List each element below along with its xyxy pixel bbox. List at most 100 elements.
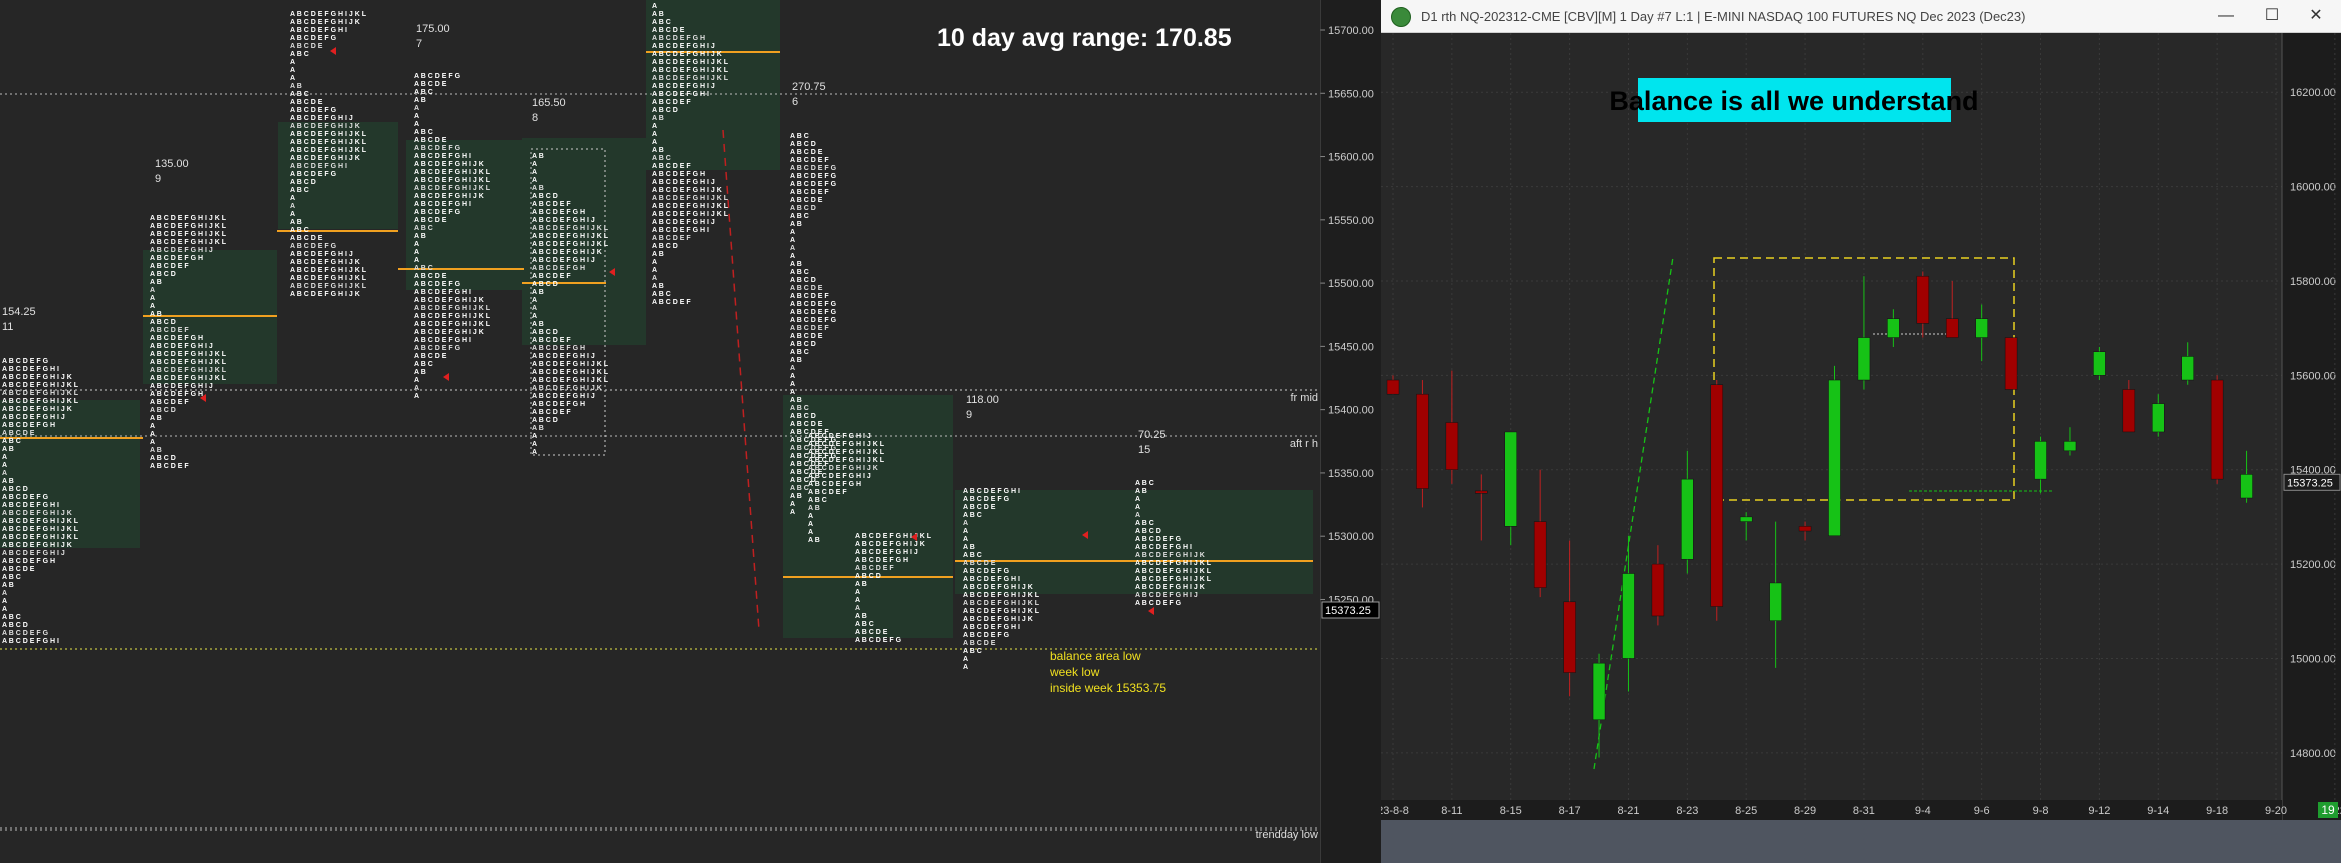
tpo-row: A B C D E F G H I J K L <box>2 518 79 525</box>
tpo-row: A B <box>532 321 544 328</box>
tpo-row: A B C D <box>652 107 678 114</box>
tpo-row: A B C <box>2 614 21 621</box>
tpo-row: A <box>414 393 419 400</box>
candle-body-18 <box>1916 275 1930 324</box>
single-print-marker-2 <box>443 373 449 381</box>
tpo-row: A B <box>808 537 820 544</box>
tpo-row: A B C D E <box>790 149 823 156</box>
right-price-label: 15000.00 <box>2290 653 2336 665</box>
tpo-row: A B C D E F G H I J <box>652 43 715 50</box>
tpo-row: A B C D E F G <box>963 568 1010 575</box>
date-label: 9-4 <box>1915 805 1931 817</box>
tpo-row: A B C D E F G <box>290 243 337 250</box>
tpo-row: A B C D E F G H I J K L <box>652 67 729 74</box>
maximize-button[interactable]: ☐ <box>2249 0 2295 32</box>
tpo-row: A B C D E <box>790 421 823 428</box>
price-label: 15500.00 <box>1328 278 1374 290</box>
tpo-row: A <box>790 381 795 388</box>
right-price-label: 15600.00 <box>2290 370 2336 382</box>
tpo-row: A B <box>2 478 14 485</box>
tpo-row: A B C D E <box>790 333 823 340</box>
tpo-row: A B C D <box>532 193 558 200</box>
tpo-row: A B C D E F G H I <box>290 163 347 170</box>
tpo-row: A B C D E <box>790 285 823 292</box>
tpo-row: A B C <box>290 227 309 234</box>
tpo-row: A B <box>290 219 302 226</box>
tpo-row: A B C <box>652 291 671 298</box>
candle-body-15 <box>1828 379 1841 536</box>
tpo-row: A <box>790 389 795 396</box>
minimize-button[interactable]: — <box>2203 0 2249 32</box>
price-label: 15450.00 <box>1328 341 1374 353</box>
profile-range-1: 135.00 <box>155 158 189 170</box>
profile-count-2: 7 <box>416 38 422 50</box>
tpo-row: A <box>414 257 419 264</box>
tpo-row: A B C D E F G H I J <box>532 257 595 264</box>
tpo-row: A <box>532 297 537 304</box>
tpo-row: A B C D E F G H I J K <box>808 465 878 472</box>
tpo-row: A B C D E F G H I J <box>532 393 595 400</box>
daily-candlestick-chart[interactable]: 16200.0016000.0015800.0015600.0015400.00… <box>1381 33 2341 820</box>
tpo-row: A <box>652 267 657 274</box>
tpo-row: A B C D E F G H I J K <box>2 542 72 549</box>
tpo-row: A B C D E F <box>652 235 691 242</box>
tpo-row: A B C D E F G H I J <box>150 383 213 390</box>
tpo-row: A B C D E F G <box>290 35 337 42</box>
tpo-row: A B C D E F G H I J K <box>652 187 722 194</box>
tpo-row: A B C D E F G H I J K <box>2 510 72 517</box>
tpo-row: A B C <box>855 621 874 628</box>
tpo-row: A <box>963 656 968 663</box>
close-button[interactable]: ✕ <box>2293 0 2339 32</box>
tpo-row: A B C <box>1135 480 1154 487</box>
tpo-row: A B C D E <box>290 43 323 50</box>
tpo-row: A <box>790 509 795 516</box>
tpo-row: A B C D E F G H I J K <box>414 297 484 304</box>
tpo-row: A <box>290 195 295 202</box>
tpo-row: A B C <box>2 438 21 445</box>
tpo-profile-chart[interactable]: A B C D E F G A B C D E F G H I A B C D E … <box>0 0 1320 863</box>
tpo-row: A B C D E F G H I J K L <box>808 457 885 464</box>
tpo-chart-pane[interactable]: A B C D E F G A B C D E F G H I A B C D E … <box>0 0 1320 863</box>
candle-body-27 <box>2181 356 2194 381</box>
tpo-row: A B C D E F G H I J K <box>290 259 360 266</box>
tpo-row: A <box>652 3 657 10</box>
tpo-row: A B C D E F <box>150 327 189 334</box>
tpo-row: A <box>150 295 155 302</box>
tpo-row: A B C D E F G H I J <box>2 550 65 557</box>
tpo-row: A <box>652 131 657 138</box>
tpo-row: A B C <box>414 265 433 272</box>
tpo-row: A <box>532 441 537 448</box>
tpo-row: A B C D E <box>2 566 35 573</box>
window-titlebar[interactable]: D1 rth NQ-202312-CME [CBV][M] 1 Day #7 L… <box>1381 0 2341 33</box>
tpo-row: A <box>652 275 657 282</box>
candle-body-23 <box>2063 441 2077 452</box>
tpo-row: A B C D E F <box>808 489 847 496</box>
tpo-row: A B C D <box>532 417 558 424</box>
tpo-row: A B C D E F G H I J K <box>290 123 360 130</box>
tpo-row: A <box>2 454 7 461</box>
tpo-row: A B <box>652 11 664 18</box>
tpo-row: A B C D E F G H <box>2 422 55 429</box>
tpo-row: A B C D E F G <box>290 107 337 114</box>
tpo-row: A B C D E F G <box>2 630 49 637</box>
tpo-row: A B C D E F G H I J K L <box>150 351 227 358</box>
tpo-row: A B <box>532 185 544 192</box>
tpo-row: A <box>808 529 813 536</box>
tpo-row: A B C D E F G H I <box>414 337 471 344</box>
tpo-row: A B C D E F G H I J <box>855 549 918 556</box>
candle-body-28 <box>2210 379 2224 480</box>
tpo-row: A B C D E F G H I J K L <box>414 313 491 320</box>
tpo-row: A <box>855 605 860 612</box>
tpo-row: A B C D E F G H <box>808 481 861 488</box>
date-label: 8-29 <box>1794 805 1816 817</box>
tpo-row: A B <box>414 97 426 104</box>
tpo-row: A B C D E F G H I J K L <box>290 11 367 18</box>
tpo-row: A B C D E F G <box>414 209 461 216</box>
tpo-row: A B C D E <box>963 560 996 567</box>
tpo-row: A B C <box>963 648 982 655</box>
tpo-row: A B C D E F G H I J K L <box>652 75 729 82</box>
tpo-row: A B C D E F G H I J K <box>855 541 925 548</box>
tpo-row: A <box>2 470 7 477</box>
tpo-row: A <box>290 211 295 218</box>
tpo-row: A B C D E <box>855 629 888 636</box>
